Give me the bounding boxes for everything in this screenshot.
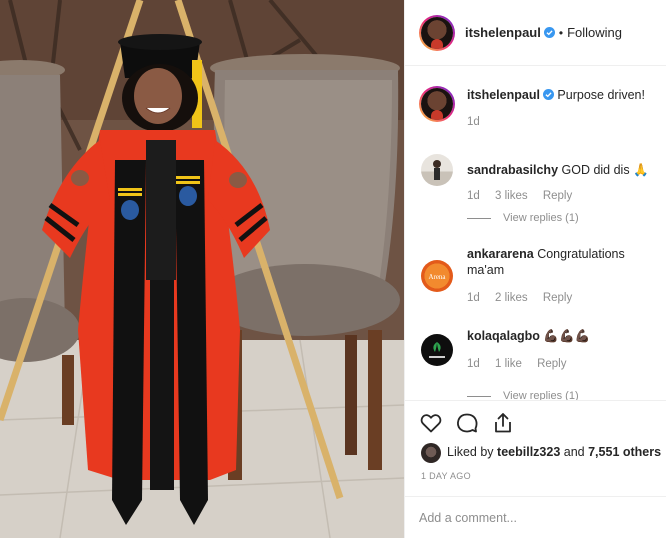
comment-avatar-icon[interactable] <box>421 334 453 366</box>
comment-item: sandrabasilchy GOD did dis 🙏 1d 3 likes … <box>421 154 661 236</box>
following-button[interactable]: Following <box>567 25 622 40</box>
comment-avatar-icon[interactable] <box>421 154 453 186</box>
comment-time[interactable]: 1d <box>467 190 480 202</box>
graduation-photo <box>0 0 404 538</box>
comment-text: GOD did dis 🙏 <box>561 163 649 177</box>
separator-dot: • <box>558 26 564 40</box>
caption-meta: 1d <box>467 116 492 128</box>
liked-by-avatar-icon[interactable] <box>421 443 441 463</box>
comment-text: 💪🏿💪🏿💪🏿 <box>543 329 591 343</box>
liked-by-row: Liked by teebillz323 and 7,551 others <box>421 443 661 463</box>
post-timestamp[interactable]: 1 DAY AGO <box>421 471 471 481</box>
caption-text: Purpose driven! <box>557 88 645 102</box>
view-replies-button[interactable]: View replies (1) <box>467 390 579 400</box>
comment-text-block: sandrabasilchy GOD did dis 🙏 <box>467 162 657 178</box>
reply-button[interactable]: Reply <box>537 358 566 370</box>
comment-time[interactable]: 1d <box>467 292 480 304</box>
caption-time[interactable]: 1d <box>467 116 480 128</box>
avatar-icon[interactable] <box>419 15 455 51</box>
add-comment-input[interactable] <box>419 508 649 528</box>
post-sidebar: itshelenpaul • Following itshelenpaul Purp… <box>404 0 666 538</box>
verified-badge-icon <box>542 89 554 100</box>
add-comment-bar <box>405 496 666 538</box>
comment-likes[interactable]: 1 like <box>495 358 522 370</box>
comment-item: Arena ankararena Congratulations ma'am 1… <box>421 244 661 314</box>
view-replies-button[interactable]: View replies (1) <box>467 212 579 224</box>
comment-meta: 1d 2 likes Reply <box>467 292 584 304</box>
post-photo[interactable] <box>0 0 404 538</box>
caption: itshelenpaul Purpose driven! 1d <box>419 78 661 148</box>
caption-avatar-icon[interactable] <box>419 86 455 122</box>
likes-count-button[interactable]: 7,551 others <box>588 445 661 459</box>
header-user-line: itshelenpaul • Following <box>465 25 622 40</box>
comment-item: kolaqalagbo 💪🏿💪🏿💪🏿 1d 1 like Reply View … <box>421 324 661 400</box>
comment-username[interactable]: ankararena <box>467 247 534 261</box>
liked-by-and: and <box>563 445 585 459</box>
liked-by-prefix: Liked by <box>447 445 494 459</box>
verified-badge-icon <box>543 27 555 38</box>
comment-avatar-icon[interactable]: Arena <box>421 260 453 292</box>
comment-icon[interactable] <box>455 411 479 435</box>
liked-by-text: Liked by teebillz323 and 7,551 others <box>447 445 661 459</box>
comments-list[interactable]: itshelenpaul Purpose driven! 1d sandraba… <box>405 66 666 400</box>
svg-text:Arena: Arena <box>428 273 446 281</box>
comment-meta: 1d 3 likes Reply <box>467 190 584 202</box>
heart-icon[interactable] <box>419 411 443 435</box>
post-actions: Liked by teebillz323 and 7,551 others 1 … <box>405 400 666 496</box>
post-header: itshelenpaul • Following <box>405 0 666 66</box>
comment-likes[interactable]: 2 likes <box>495 292 528 304</box>
comment-username[interactable]: kolaqalagbo <box>467 329 540 343</box>
reply-button[interactable]: Reply <box>543 190 572 202</box>
comment-text-block: kolaqalagbo 💪🏿💪🏿💪🏿 <box>467 328 657 344</box>
comment-meta: 1d 1 like Reply <box>467 358 578 370</box>
comment-likes[interactable]: 3 likes <box>495 190 528 202</box>
caption-text-block: itshelenpaul Purpose driven! <box>467 87 657 103</box>
share-icon[interactable] <box>491 411 515 435</box>
comment-time[interactable]: 1d <box>467 358 480 370</box>
comment-text-block: ankararena Congratulations ma'am <box>467 246 657 278</box>
reply-button[interactable]: Reply <box>543 292 572 304</box>
header-username[interactable]: itshelenpaul <box>465 25 541 40</box>
caption-username[interactable]: itshelenpaul <box>467 88 540 102</box>
comment-username[interactable]: sandrabasilchy <box>467 163 558 177</box>
liked-by-username[interactable]: teebillz323 <box>497 445 560 459</box>
